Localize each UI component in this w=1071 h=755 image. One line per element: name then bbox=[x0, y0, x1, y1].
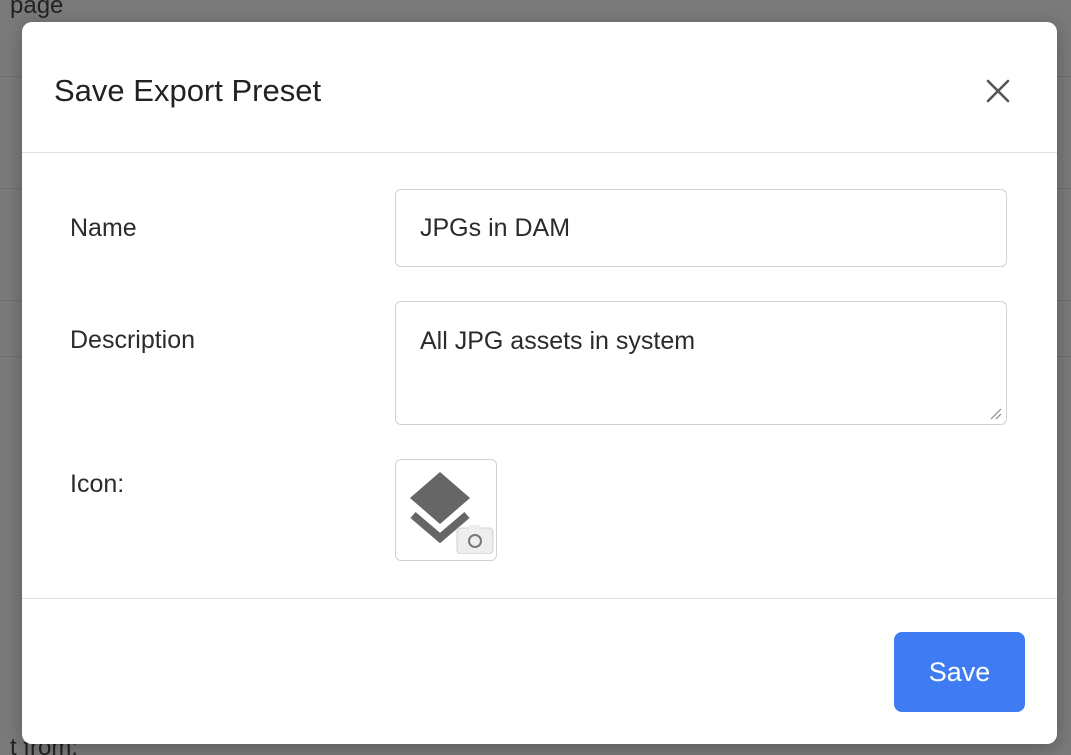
name-input[interactable]: JPGs in DAM bbox=[395, 189, 1007, 267]
background-text: page bbox=[10, 0, 64, 19]
resize-handle-icon[interactable] bbox=[988, 406, 1002, 420]
description-value: All JPG assets in system bbox=[420, 327, 696, 355]
save-button[interactable]: Save bbox=[894, 632, 1025, 712]
camera-icon bbox=[456, 525, 494, 554]
footer-divider bbox=[22, 598, 1057, 599]
description-label: Description bbox=[70, 326, 196, 354]
close-button[interactable] bbox=[981, 74, 1015, 108]
close-icon bbox=[986, 79, 1010, 103]
save-export-preset-dialog: Save Export Preset Name JPGs in DAM Desc… bbox=[22, 22, 1057, 744]
description-textarea[interactable]: All JPG assets in system bbox=[395, 301, 1007, 425]
modal-header: Save Export Preset bbox=[22, 22, 1057, 153]
icon-picker-button[interactable] bbox=[395, 459, 497, 561]
icon-label: Icon: bbox=[70, 470, 125, 498]
name-label: Name bbox=[70, 214, 137, 242]
modal-title: Save Export Preset bbox=[54, 73, 322, 108]
